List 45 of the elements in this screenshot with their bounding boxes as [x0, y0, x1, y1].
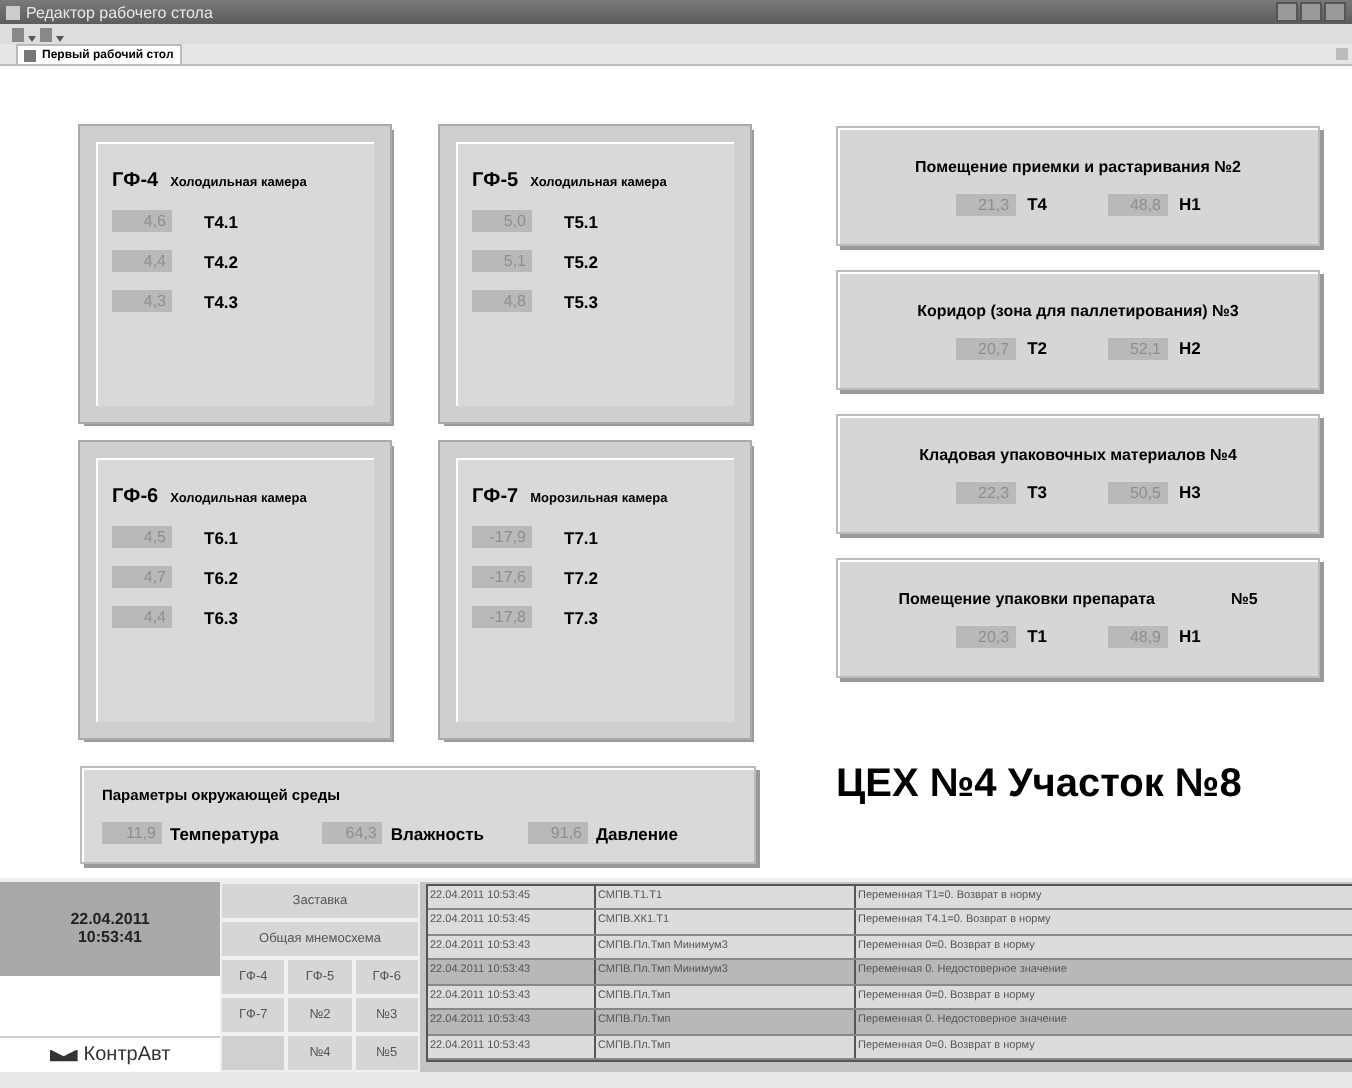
sensor-label: Температура: [170, 823, 279, 843]
sensor-label: Т6.1: [204, 527, 239, 547]
close-button[interactable]: [1324, 2, 1346, 22]
sensor-label: Н1: [1179, 194, 1201, 214]
chamber-code: ГФ-4: [112, 170, 159, 192]
logo-text: КонтрАвт: [83, 1044, 171, 1067]
sensor-label: Т6.2: [204, 567, 239, 587]
sensor-label: Н2: [1179, 338, 1201, 358]
chamber-code: ГФ-5: [472, 170, 519, 192]
sensor-label: Влажность: [390, 823, 484, 843]
sensor-label: Н1: [1179, 626, 1201, 646]
sensor-label: Т5.2: [564, 251, 599, 271]
sensor-label: Т3: [1027, 482, 1048, 502]
minimize-button[interactable]: [1276, 2, 1298, 22]
room-title: Помещение приемки и растаривания №2: [915, 157, 1241, 175]
sensor-label: Т4.1: [204, 211, 239, 231]
tab-icon: [24, 49, 36, 61]
sensor-label: Т5.3: [564, 291, 599, 311]
logo-icon: [49, 1049, 78, 1062]
sensor-label: Т2: [1027, 338, 1048, 358]
sensor-label: Т4.3: [204, 291, 239, 311]
window-title: Редактор рабочего стола: [26, 3, 215, 21]
window-icon: [6, 5, 20, 19]
room-title: Кладовая упаковочных материалов №4: [919, 445, 1237, 463]
maximize-button[interactable]: [1300, 2, 1322, 22]
sensor-label: Т6.3: [204, 607, 239, 627]
room-title: Коридор (зона для паллетирования) №3: [917, 301, 1239, 319]
page-icon[interactable]: [12, 27, 24, 41]
sensor-label: Т4: [1027, 194, 1048, 214]
sensor-label: Т7.2: [564, 567, 599, 587]
sensor-label: Т7.1: [564, 527, 599, 547]
sensor-label: Т1: [1027, 626, 1048, 646]
room-title: Помещение упаковки препарата: [898, 589, 1155, 607]
chamber-code: ГФ-7: [472, 486, 519, 508]
room-number: №5: [1230, 589, 1258, 607]
workshop-heading: ЦЕХ №4 Участок №8: [836, 762, 1244, 808]
sensor-label: Давление: [596, 823, 678, 843]
sensor-label: Т5.1: [564, 211, 599, 231]
sensor-label: Н3: [1179, 482, 1201, 502]
page-icon[interactable]: [40, 27, 52, 41]
sensor-label: Т7.3: [564, 607, 599, 627]
sensor-label: Т4.2: [204, 251, 239, 271]
time-label: 10:53:41: [77, 928, 143, 947]
chamber-code: ГФ-6: [112, 486, 159, 508]
date-label: 22.04.2011: [70, 910, 150, 929]
